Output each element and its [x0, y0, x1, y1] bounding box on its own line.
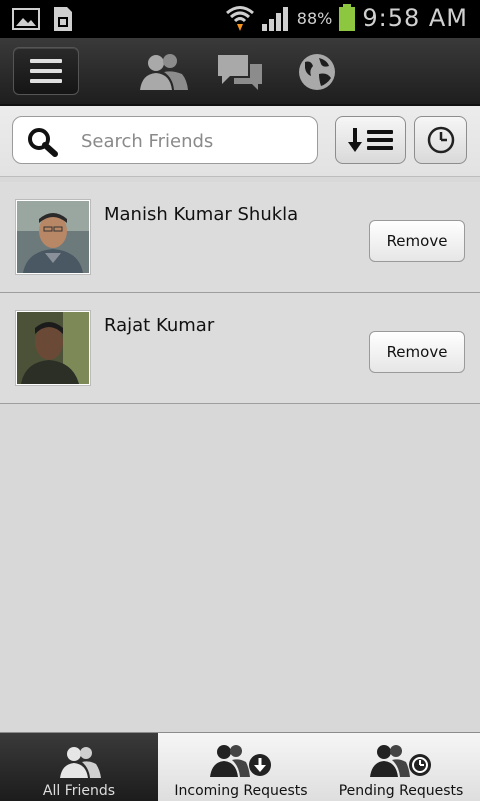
menu-icon: [30, 59, 62, 83]
gallery-icon: [12, 8, 40, 30]
action-bar: [0, 38, 480, 106]
friend-list-item: Manish Kumar Shukla Remove: [0, 182, 480, 293]
clock-icon: [427, 126, 454, 154]
friends-icon[interactable]: [134, 52, 190, 92]
remove-friend-button[interactable]: Remove: [369, 220, 465, 262]
status-right-area: 88% 9:58 AM: [225, 4, 468, 32]
search-input[interactable]: [79, 125, 313, 157]
remove-friend-button[interactable]: Remove: [369, 331, 465, 373]
friend-name: Rajat Kumar: [104, 315, 215, 336]
wifi-icon: [225, 6, 254, 31]
bottom-tab-bar: All Friends Incoming Requests Pending Re…: [0, 732, 480, 801]
tab-label: Pending Requests: [338, 783, 464, 799]
recent-button[interactable]: [414, 116, 467, 164]
sort-button[interactable]: [335, 116, 406, 164]
search-box[interactable]: [12, 116, 318, 164]
status-left-icons: [12, 6, 74, 32]
sim-icon: [54, 7, 72, 31]
signal-icon: [261, 7, 288, 31]
search-icon: [28, 128, 58, 157]
search-toolbar: [0, 106, 480, 177]
menu-button[interactable]: [13, 47, 79, 95]
sort-icon: [347, 128, 393, 152]
friend-name: Manish Kumar Shukla: [104, 204, 299, 225]
tab-label: All Friends: [42, 783, 116, 799]
tab-pending-requests[interactable]: Pending Requests: [322, 733, 480, 801]
tab-incoming-requests[interactable]: Incoming Requests: [160, 733, 322, 801]
chat-icon[interactable]: [216, 52, 264, 92]
battery-icon: [339, 4, 356, 31]
friend-list-item: Rajat Kumar Remove: [0, 293, 480, 404]
clock-time: 9:58 AM: [362, 4, 468, 32]
avatar: [16, 311, 90, 385]
battery-percent: 88%: [296, 8, 333, 28]
tab-all-friends[interactable]: All Friends: [0, 733, 158, 801]
avatar: [16, 200, 90, 274]
friends-icon: [60, 747, 101, 778]
globe-icon[interactable]: [297, 52, 337, 92]
incoming-requests-icon: [210, 745, 271, 777]
tab-label: Incoming Requests: [174, 783, 308, 799]
pending-requests-icon: [370, 745, 431, 777]
status-bar: 88% 9:58 AM: [0, 0, 480, 38]
